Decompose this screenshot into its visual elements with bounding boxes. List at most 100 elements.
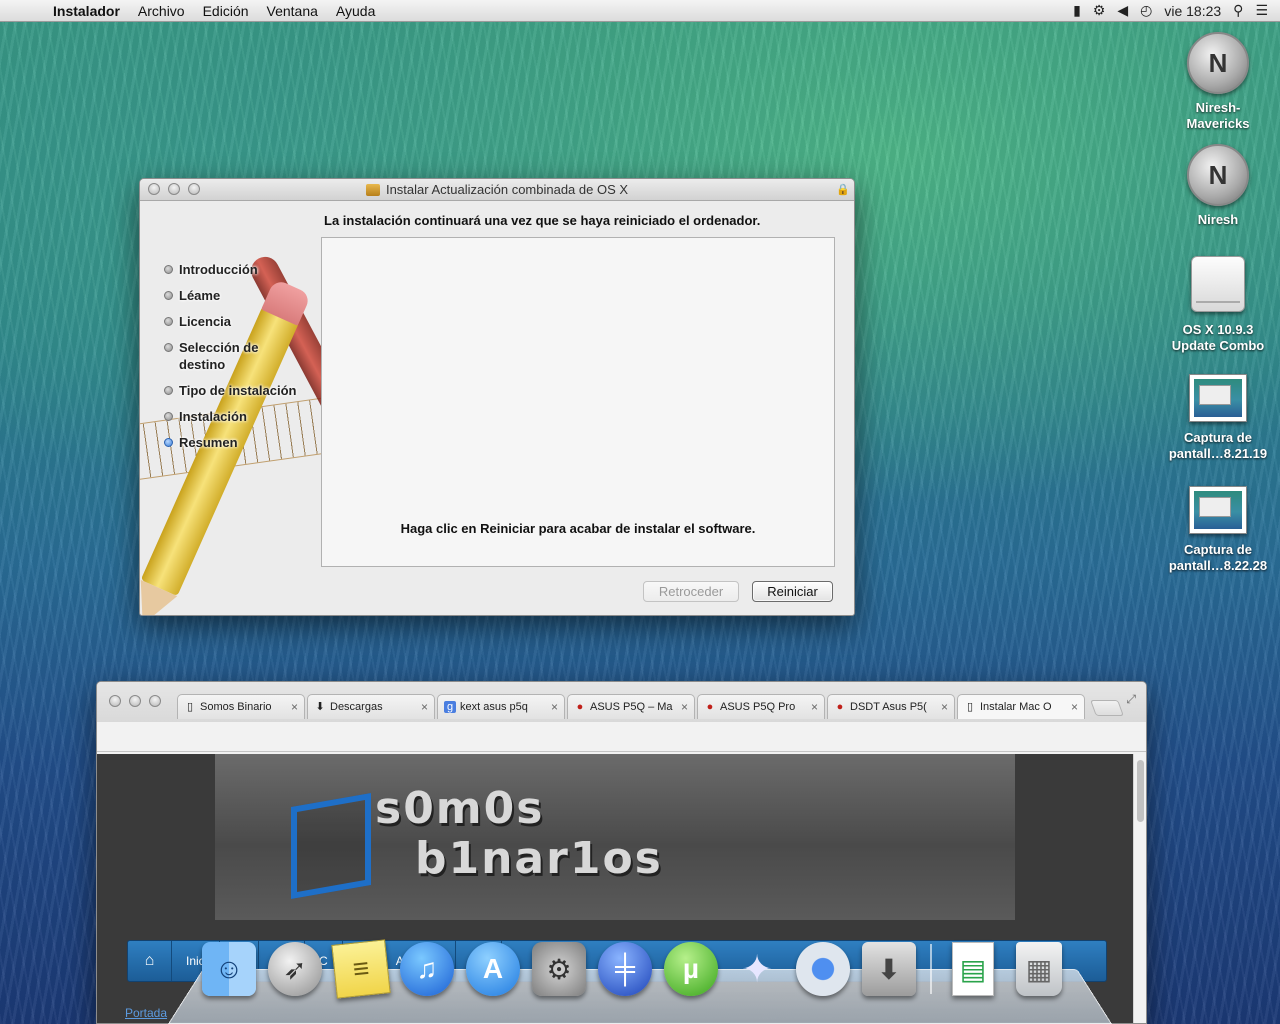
- dock: ☺ ➶ ≡ ♫ A ⚙ ╪ µ ✦ ⬇ ▤ ▦: [200, 939, 1068, 999]
- stickies-icon[interactable]: ≡: [331, 939, 391, 999]
- tab-strip: ▯ Somos Binario × ⬇ Descargas × g kext asus p…: [97, 682, 1146, 722]
- app-store-icon[interactable]: A: [464, 940, 522, 998]
- step-seleccion-destino: Selección de destino: [164, 339, 274, 373]
- lock-icon: 🔒: [836, 184, 850, 196]
- step-dot-icon: [164, 317, 173, 326]
- disk-icon: N: [1187, 144, 1249, 206]
- close-button[interactable]: [148, 183, 160, 195]
- site-banner[interactable]: s0m0s b1nar1os: [215, 754, 1015, 920]
- desktop-icon-niresh[interactable]: N Niresh: [1163, 144, 1273, 228]
- site-logo-text: s0m0s b1nar1os: [375, 783, 663, 884]
- volume-icon[interactable]: ◀: [1117, 2, 1128, 19]
- clock[interactable]: vie 18:23: [1164, 3, 1221, 19]
- tab-instalar-mac[interactable]: ▯ Instalar Mac O ×: [957, 694, 1085, 719]
- site-logo-icon: [291, 792, 371, 900]
- page-icon: ▯: [186, 701, 194, 713]
- desktop-icon-label: Captura de pantall…8.21.19: [1168, 430, 1268, 461]
- tab-descargas[interactable]: ⬇ Descargas ×: [307, 694, 435, 719]
- download-icon[interactable]: ⬇: [860, 940, 918, 998]
- desktop-icon-label: Niresh: [1197, 212, 1239, 227]
- wizard-icon[interactable]: ✦: [728, 940, 786, 998]
- installer-heading: La instalación continuará una vez que se…: [324, 213, 761, 228]
- drive-icon: [1191, 256, 1245, 312]
- close-tab-icon[interactable]: ×: [551, 700, 558, 714]
- time-machine-icon[interactable]: ◴: [1140, 2, 1152, 19]
- desktop-icon-screenshot-2[interactable]: Captura de pantall…8.22.28: [1163, 486, 1273, 574]
- minimize-button[interactable]: [168, 183, 180, 195]
- tab-asus-p5q-pro[interactable]: ● ASUS P5Q Pro ×: [697, 694, 825, 719]
- apple-red-icon: ●: [836, 701, 844, 713]
- desktop-icon-niresh-mavericks[interactable]: N Niresh- Mavericks: [1163, 32, 1273, 132]
- installer-message: Haga clic en Reiniciar para acabar de in…: [400, 521, 756, 536]
- desktop-icon-update-combo[interactable]: OS X 10.9.3 Update Combo: [1163, 256, 1273, 354]
- close-tab-icon[interactable]: ×: [681, 700, 688, 714]
- breadcrumb-portada-link[interactable]: Portada: [125, 1006, 167, 1020]
- minimize-button[interactable]: [129, 695, 141, 707]
- menu-bar: Instalador Archivo Edición Ventana Ayuda…: [0, 0, 1280, 22]
- step-introduccion: Introducción: [164, 261, 297, 278]
- launchpad-icon[interactable]: ➶: [266, 940, 324, 998]
- fullscreen-icon[interactable]: ⤢: [1126, 692, 1136, 707]
- close-tab-icon[interactable]: ×: [941, 700, 948, 714]
- notification-list-icon[interactable]: ☰: [1255, 2, 1268, 19]
- restart-button[interactable]: Reiniciar: [752, 581, 833, 602]
- menu-archivo[interactable]: Archivo: [129, 3, 194, 19]
- screenshot-file-icon: [1189, 486, 1247, 534]
- tab-somos-binarios[interactable]: ▯ Somos Binario ×: [177, 694, 305, 719]
- home-icon[interactable]: ⌂: [128, 941, 172, 981]
- step-dot-icon: [164, 291, 173, 300]
- installer-titlebar[interactable]: Instalar Actualización combinada de OS X…: [140, 179, 854, 201]
- chrome-icon[interactable]: [794, 940, 852, 998]
- trash-icon[interactable]: ▦: [1010, 940, 1068, 998]
- installer-window: Instalar Actualización combinada de OS X…: [139, 178, 855, 616]
- zoom-button[interactable]: [149, 695, 161, 707]
- package-icon: [365, 183, 380, 196]
- close-button[interactable]: [109, 695, 121, 707]
- step-dot-icon: [164, 343, 173, 352]
- tab-kext-asus[interactable]: g kext asus p5q ×: [437, 694, 565, 719]
- zoom-button[interactable]: [188, 183, 200, 195]
- scrollbar-thumb[interactable]: [1137, 760, 1144, 822]
- close-tab-icon[interactable]: ×: [811, 700, 818, 714]
- window-title: Instalar Actualización combinada de OS X: [385, 182, 629, 197]
- desktop-icon-label: Niresh- Mavericks: [1186, 100, 1250, 131]
- tab-asus-p5q-ma[interactable]: ● ASUS P5Q – Ma ×: [567, 694, 695, 719]
- google-icon: g: [444, 701, 456, 713]
- system-preferences-icon[interactable]: ⚙: [530, 940, 588, 998]
- finder-icon[interactable]: ☺: [200, 940, 258, 998]
- installer-steps: Introducción Léame Licencia Selección de…: [164, 261, 297, 460]
- desktop-icon-label: OS X 10.9.3 Update Combo: [1171, 322, 1265, 353]
- close-tab-icon[interactable]: ×: [291, 700, 298, 714]
- new-tab-button[interactable]: [1090, 700, 1124, 716]
- apple-red-icon: ●: [576, 701, 584, 713]
- disk-icon: N: [1187, 32, 1249, 94]
- back-button[interactable]: Retroceder: [643, 581, 739, 602]
- usb-icon[interactable]: ▮: [1073, 2, 1081, 19]
- desktop-icon-screenshot-1[interactable]: Captura de pantall…8.21.19: [1163, 374, 1273, 462]
- utorrent-icon[interactable]: µ: [662, 940, 720, 998]
- menu-edicion[interactable]: Edición: [194, 3, 258, 19]
- vertical-scrollbar[interactable]: [1133, 754, 1146, 1023]
- browser-toolbar: [97, 722, 1146, 752]
- download-icon: ⬇: [315, 701, 325, 713]
- itunes-icon[interactable]: ♫: [398, 940, 456, 998]
- step-leame: Léame: [164, 287, 297, 304]
- close-tab-icon[interactable]: ×: [1071, 700, 1078, 714]
- screenshot-file-icon: [1189, 374, 1247, 422]
- document-icon[interactable]: ▤: [944, 940, 1002, 998]
- step-dot-icon: [164, 412, 173, 421]
- desktop-icon-label: Captura de pantall…8.22.28: [1168, 542, 1268, 573]
- spotlight-icon[interactable]: ⚲: [1233, 2, 1243, 19]
- menu-ayuda[interactable]: Ayuda: [327, 3, 384, 19]
- step-instalacion: Instalación: [164, 408, 297, 425]
- tab-dsdt-asus[interactable]: ● DSDT Asus P5(×: [827, 694, 955, 719]
- page-icon: ▯: [966, 701, 974, 713]
- step-licencia: Licencia: [164, 313, 297, 330]
- dock-separator: [930, 944, 932, 994]
- close-tab-icon[interactable]: ×: [421, 700, 428, 714]
- gear-icon[interactable]: ⚙: [1093, 2, 1106, 19]
- xcode-like-icon[interactable]: ╪: [596, 940, 654, 998]
- installer-content-panel: Haga clic en Reiniciar para acabar de in…: [321, 237, 835, 567]
- menu-ventana[interactable]: Ventana: [258, 3, 327, 19]
- menu-app-instalador[interactable]: Instalador: [44, 3, 129, 19]
